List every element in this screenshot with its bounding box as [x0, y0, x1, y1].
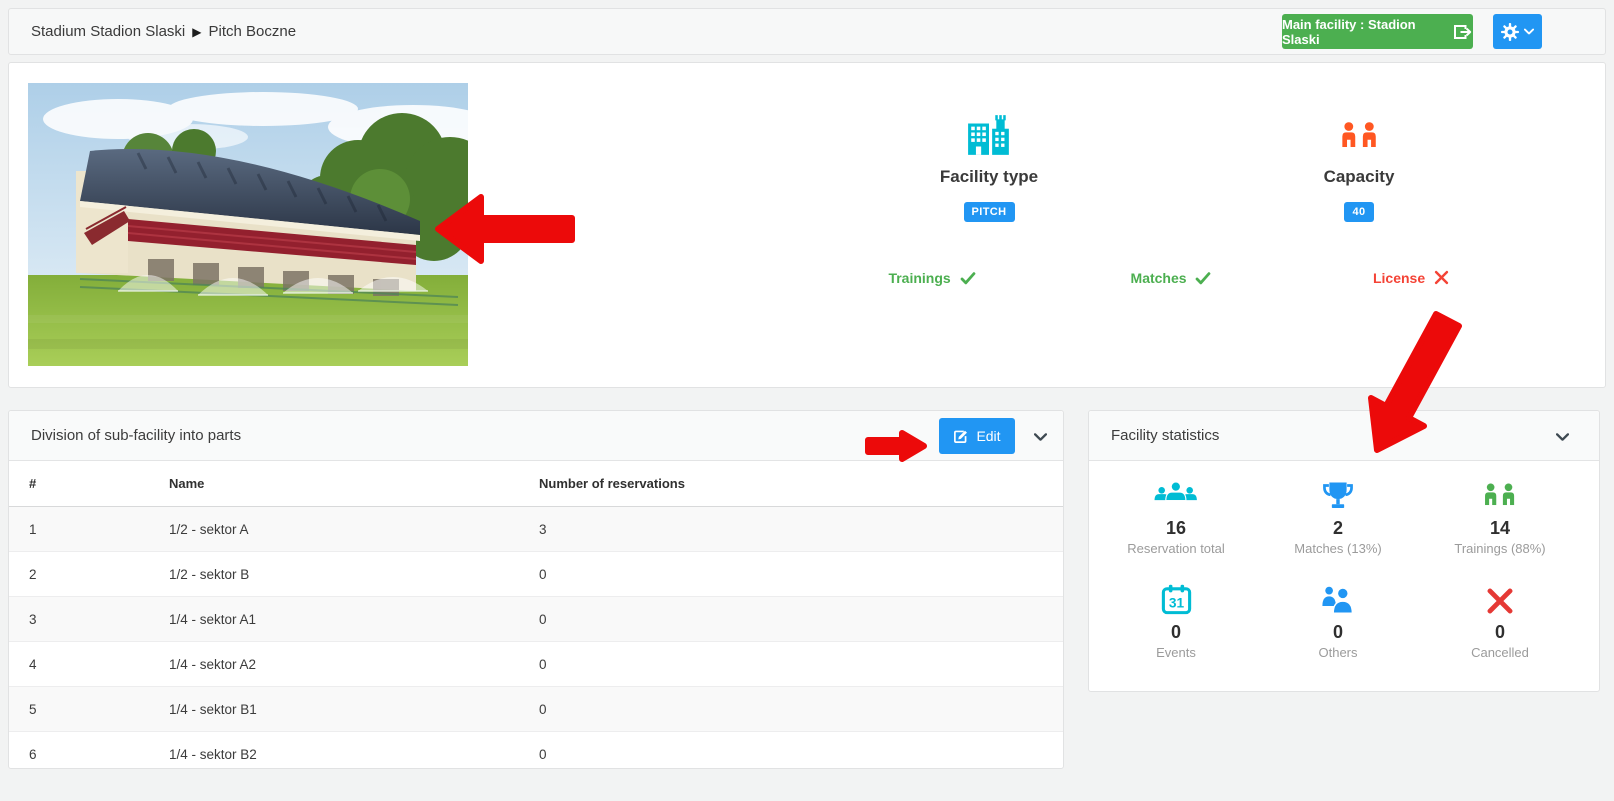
- flag-license-label: License: [1373, 270, 1425, 286]
- facility-type-badge: PITCH: [964, 202, 1015, 222]
- breadcrumb-separator-icon: ▶: [192, 25, 201, 39]
- facility-type-label: Facility type: [881, 167, 1097, 187]
- cell-reservations: 0: [519, 747, 1063, 762]
- cell-index: 6: [9, 747, 149, 762]
- cell-name: 1/4 - sektor A2: [149, 657, 519, 672]
- facility-overview-panel: Facility type PITCH Capacity 40 Training…: [8, 62, 1606, 388]
- cell-reservations: 0: [519, 567, 1063, 582]
- flag-matches: Matches: [1083, 270, 1259, 286]
- table-row: 2 1/2 - sektor B 0: [9, 551, 1063, 596]
- capacity-card: Capacity 40: [1251, 115, 1467, 222]
- stat-trainings: 14 Trainings (88%): [1419, 475, 1581, 579]
- stat-label: Matches (13%): [1257, 541, 1419, 556]
- main-facility-button[interactable]: Main facility : Stadion Slaski: [1282, 14, 1473, 49]
- breadcrumb-stadium[interactable]: Stadium Stadion Slaski: [31, 23, 185, 40]
- stat-value: 16: [1095, 517, 1257, 539]
- exit-icon: [1453, 24, 1473, 40]
- stat-value: 0: [1419, 621, 1581, 643]
- facility-type-card: Facility type PITCH: [881, 115, 1097, 222]
- cell-index: 4: [9, 657, 149, 672]
- cell-reservations: 0: [519, 657, 1063, 672]
- cell-index: 3: [9, 612, 149, 627]
- stat-label: Others: [1257, 645, 1419, 660]
- flag-trainings: Trainings: [844, 270, 1020, 286]
- division-table: # Name Number of reservations 1 1/2 - se…: [9, 461, 1063, 776]
- cell-name: 1/4 - sektor B2: [149, 747, 519, 762]
- division-panel-title: Division of sub-facility into parts: [31, 411, 241, 461]
- two-people-icon: [1251, 115, 1467, 157]
- statistics-panel: Facility statistics 16 Reservation total: [1088, 410, 1600, 692]
- stat-value: 14: [1419, 517, 1581, 539]
- cell-name: 1/2 - sektor A: [149, 522, 519, 537]
- cross-icon: [1429, 270, 1449, 286]
- check-icon: [955, 270, 976, 286]
- gear-icon: [1501, 23, 1519, 41]
- settings-button[interactable]: [1493, 14, 1542, 49]
- cell-index: 1: [9, 522, 149, 537]
- two-users-icon: [1257, 579, 1419, 615]
- statistics-panel-title: Facility statistics: [1111, 411, 1219, 461]
- stat-cancelled: 0 Cancelled: [1419, 579, 1581, 683]
- cell-reservations: 0: [519, 702, 1063, 717]
- cell-name: 1/4 - sektor A1: [149, 612, 519, 627]
- chevron-down-icon: [1034, 433, 1047, 441]
- check-icon: [1190, 270, 1211, 286]
- main-facility-button-label: Main facility : Stadion Slaski: [1282, 17, 1444, 47]
- cell-index: 2: [9, 567, 149, 582]
- capacity-badge: 40: [1344, 202, 1373, 222]
- x-icon: [1419, 579, 1581, 615]
- stat-label: Events: [1095, 645, 1257, 660]
- cell-name: 1/4 - sektor B1: [149, 702, 519, 717]
- svg-text:31: 31: [1168, 595, 1184, 610]
- division-collapse-toggle[interactable]: [1027, 427, 1053, 447]
- buildings-icon: [881, 115, 1097, 157]
- breadcrumb: Stadium Stadion Slaski ▶ Pitch Boczne: [31, 9, 296, 55]
- flag-matches-label: Matches: [1131, 270, 1187, 286]
- stat-events: 31 0 Events: [1095, 579, 1257, 683]
- cell-reservations: 3: [519, 522, 1063, 537]
- two-people-icon: [1419, 475, 1581, 511]
- table-row: 5 1/4 - sektor B1 0: [9, 686, 1063, 731]
- capacity-label: Capacity: [1251, 167, 1467, 187]
- flag-license: License: [1323, 270, 1499, 286]
- cell-name: 1/2 - sektor B: [149, 567, 519, 582]
- table-header-row: # Name Number of reservations: [9, 461, 1063, 507]
- division-panel-header: Division of sub-facility into parts Edit: [9, 411, 1063, 461]
- stat-value: 2: [1257, 517, 1419, 539]
- stat-value: 0: [1095, 621, 1257, 643]
- statistics-grid: 16 Reservation total 2 Matches (13%): [1089, 461, 1599, 683]
- col-header-reservations: Number of reservations: [519, 476, 1063, 491]
- chevron-down-icon: [1524, 28, 1534, 35]
- col-header-name: Name: [149, 476, 519, 491]
- stat-value: 0: [1257, 621, 1419, 643]
- table-row: 6 1/4 - sektor B2 0: [9, 731, 1063, 776]
- cell-index: 5: [9, 702, 149, 717]
- flag-trainings-label: Trainings: [888, 270, 950, 286]
- table-row: 4 1/4 - sektor A2 0: [9, 641, 1063, 686]
- breadcrumb-current: Pitch Boczne: [208, 23, 296, 40]
- stat-matches: 2 Matches (13%): [1257, 475, 1419, 579]
- stat-label: Reservation total: [1095, 541, 1257, 556]
- chevron-down-icon: [1556, 433, 1569, 441]
- table-row: 1 1/2 - sektor A 3: [9, 507, 1063, 551]
- col-header-index: #: [9, 476, 149, 491]
- facility-photo: [28, 83, 468, 366]
- group-icon: [1095, 475, 1257, 511]
- edit-icon: [953, 429, 968, 444]
- stat-others: 0 Others: [1257, 579, 1419, 683]
- edit-button-label: Edit: [976, 428, 1000, 444]
- top-bar: Stadium Stadion Slaski ▶ Pitch Boczne Main…: [8, 8, 1606, 55]
- calendar-icon: 31: [1095, 579, 1257, 615]
- edit-button[interactable]: Edit: [939, 418, 1015, 454]
- stat-label: Cancelled: [1419, 645, 1581, 660]
- stat-reservation-total: 16 Reservation total: [1095, 475, 1257, 579]
- stat-label: Trainings (88%): [1419, 541, 1581, 556]
- statistics-panel-header: Facility statistics: [1089, 411, 1599, 461]
- statistics-collapse-toggle[interactable]: [1549, 427, 1575, 447]
- cell-reservations: 0: [519, 612, 1063, 627]
- division-panel: Division of sub-facility into parts Edit…: [8, 410, 1064, 769]
- table-row: 3 1/4 - sektor A1 0: [9, 596, 1063, 641]
- trophy-icon: [1257, 475, 1419, 511]
